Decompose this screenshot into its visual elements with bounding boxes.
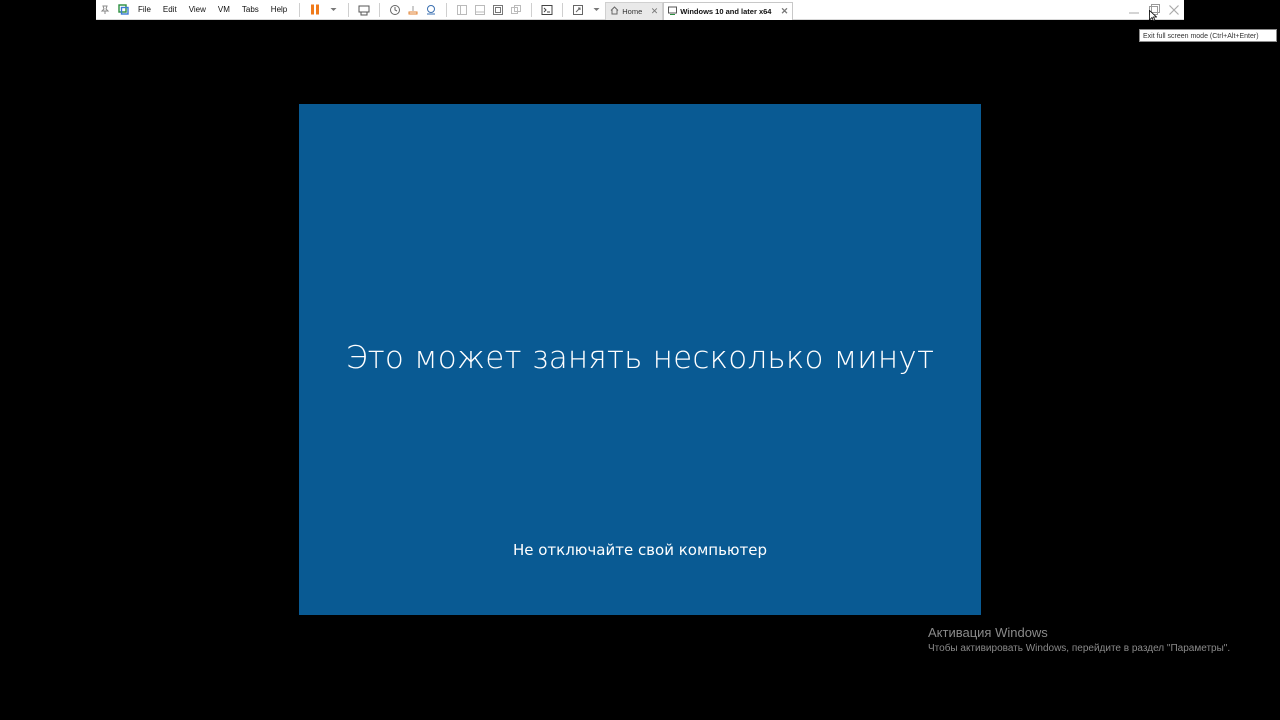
home-icon (610, 5, 619, 17)
toolbar-separator (446, 2, 448, 17)
show-library-icon[interactable] (454, 2, 470, 18)
unity-icon[interactable] (508, 2, 524, 18)
revert-snapshot-icon[interactable] (405, 2, 421, 18)
chevron-down-icon[interactable] (588, 2, 604, 18)
snapshot-icon[interactable] (387, 2, 403, 18)
menu-vm[interactable]: VM (212, 0, 236, 20)
toolbar-separator (562, 2, 564, 17)
pause-icon[interactable] (307, 2, 323, 18)
menu-file[interactable]: File (132, 0, 157, 20)
console-view-icon[interactable] (539, 2, 555, 18)
vm-toolbar: File Edit View VM Tabs Help Home ✕ Windo… (96, 0, 1184, 20)
full-screen-icon[interactable] (490, 2, 506, 18)
close-window-icon[interactable] (1164, 0, 1184, 20)
send-keys-icon[interactable] (356, 2, 372, 18)
tab-home[interactable]: Home ✕ (605, 1, 664, 20)
toolbar-separator (531, 2, 533, 17)
toolbar-separator (379, 2, 381, 17)
tab-home-label: Home (622, 6, 643, 16)
menu-tabs[interactable]: Tabs (236, 0, 265, 20)
activation-watermark-title: Активация Windows (928, 625, 1048, 640)
tab-vm-label: Windows 10 and later x64 (680, 6, 772, 16)
activation-watermark-text: Чтобы активировать Windows, перейдите в … (928, 643, 1231, 654)
mouse-cursor-icon (1149, 10, 1157, 22)
tab-vm[interactable]: Windows 10 and later x64 ✕ (663, 1, 794, 20)
close-icon[interactable]: ✕ (651, 6, 659, 17)
pin-icon[interactable] (97, 2, 113, 18)
minimize-icon[interactable] (1124, 0, 1144, 20)
setup-message: Это может занять несколько минут (345, 340, 935, 376)
vm-icon (668, 6, 678, 17)
menu-edit[interactable]: Edit (157, 0, 183, 20)
menu-help[interactable]: Help (265, 0, 293, 20)
vm-display[interactable]: Это может занять несколько минут Не откл… (299, 104, 981, 615)
toolbar-separator (348, 2, 350, 17)
snapshot-manager-icon[interactable] (423, 2, 439, 18)
exit-fullscreen-tooltip: Exit full screen mode (Ctrl+Alt+Enter) (1139, 29, 1277, 42)
close-icon[interactable]: ✕ (781, 6, 789, 17)
chevron-down-icon[interactable] (325, 2, 341, 18)
thumbnail-bar-icon[interactable] (472, 2, 488, 18)
stretch-guest-icon[interactable] (570, 2, 586, 18)
toolbar-separator (299, 2, 301, 17)
setup-submessage: Не отключайте свой компьютер (512, 541, 768, 559)
vmware-logo-icon[interactable] (115, 2, 131, 18)
menu-view[interactable]: View (183, 0, 212, 20)
